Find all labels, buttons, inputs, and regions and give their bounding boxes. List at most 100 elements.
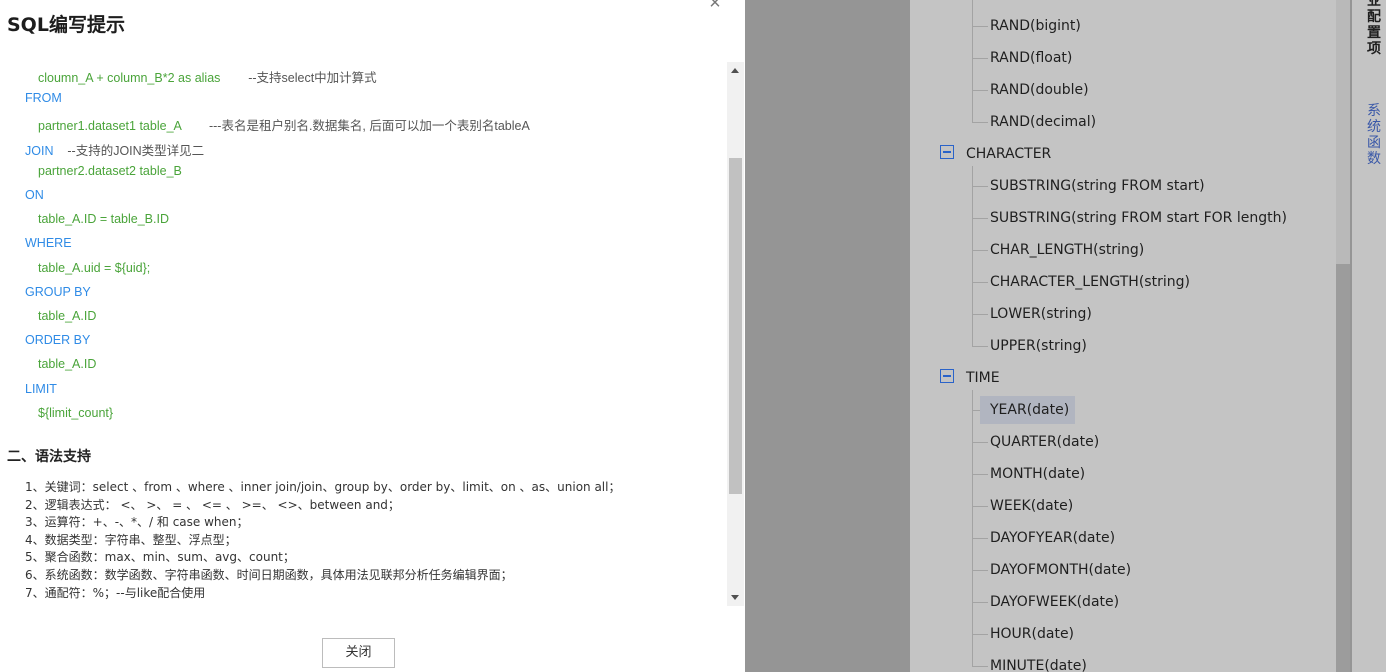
tree-branch-line [972,666,988,667]
tree-connector [972,166,973,346]
scroll-up-arrow-icon[interactable] [731,68,739,73]
tree-branch-line [972,602,988,603]
tree-connector [972,0,973,122]
sql-line: cloumn_A + column_B*2 as alias --支持selec… [38,67,377,86]
tree-function-item[interactable]: QUARTER(date) [990,428,1099,456]
sql-token: table_A.ID [38,309,97,323]
tree-group-label: TIME [966,370,1000,386]
syntax-list-item: 1、关键词：select 、from 、where 、inner join/jo… [25,480,621,494]
sql-line: table_A.ID [38,309,96,323]
tree-branch-line [972,122,988,123]
sql-line: table_A.ID = table_B.ID [38,212,169,226]
sql-line: partner1.dataset1 table_A ---表名是租户别名.数据集… [38,115,530,134]
tree-branch-line [972,314,988,315]
sql-line: ${limit_count} [38,406,113,420]
sql-line: GROUP BY [25,285,91,299]
tree-branch-line [972,506,988,507]
tree-branch-line [972,474,988,475]
sql-token: ON [25,188,44,202]
tree-branch-line [972,26,988,27]
tree-function-item[interactable]: MONTH(date) [990,460,1085,488]
sql-token: table_A.ID [38,357,97,372]
tree-function-item[interactable]: YEAR(date) [980,396,1076,424]
sql-line: table_A.ID [38,357,96,371]
sql-token: --支持的JOIN类型详见二 [53,143,205,158]
side-tab-config[interactable]: 业配置项 [1367,0,1383,56]
tree-function-item[interactable]: MINUTE(date) [990,652,1087,672]
tree-branch-line [972,250,988,251]
tree-function-item[interactable]: DAYOFYEAR(date) [990,524,1115,552]
syntax-list-item: 6、系统函数：数学函数、字符串函数、时间日期函数，具体用法见联邦分析任务编辑界面… [25,568,513,582]
tree-function-item[interactable]: CHAR_LENGTH(string) [990,236,1144,264]
collapse-icon[interactable] [940,369,954,383]
tree-function-item[interactable]: WEEK(date) [990,492,1073,520]
sql-token: ---表名是租户别名.数据集名, 后面可以加一个表别名tableA [181,119,530,134]
dialog-content: cloumn_A + column_B*2 as alias --支持selec… [0,62,726,606]
sql-token: ORDER BY [25,333,91,348]
tree-function-item[interactable]: SUBSTRING(string FROM start) [990,172,1205,200]
sql-token: WHERE [25,236,72,251]
close-button[interactable]: 关闭 [322,638,395,668]
tree-branch-line [972,442,988,443]
tree-scrollbar-thumb[interactable] [1336,264,1350,672]
tree-branch-line [972,58,988,59]
sql-hint-dialog: SQL编写提示 × cloumn_A + column_B*2 as alias… [0,0,745,672]
sql-token: partner1.dataset1 table_A [38,119,182,134]
dialog-title: SQL编写提示 [7,14,125,36]
tree-function-item[interactable]: DAYOFMONTH(date) [990,556,1131,584]
sql-line: LIMIT [25,382,57,396]
tree-function-item[interactable]: HOUR(date) [990,620,1074,648]
sql-token: cloumn_A + column_B*2 as alias [38,71,221,85]
tree-group-time[interactable]: TIME [940,366,1000,390]
sql-line: table_A.uid = ${uid}; [38,261,150,275]
sql-token: table_A.uid = ${uid}; [38,260,151,275]
sql-token: FROM [25,91,62,106]
tree-function-item[interactable]: LOWER(string) [990,300,1092,328]
tree-branch-line [972,346,988,347]
sql-line: WHERE [25,236,72,250]
section-heading: 二、语法支持 [7,449,91,465]
content-scrollbar-thumb[interactable] [729,158,742,494]
tree-branch-line [972,570,988,571]
syntax-list-item: 3、运算符：+、-、*、/ 和 case when； [25,515,249,530]
sql-line: FROM [25,91,62,105]
function-tree-panel: RAND(bigint) RAND(float) RAND(double) RAND(… [910,0,1350,672]
tree-function-item[interactable]: UPPER(string) [990,332,1087,360]
sql-line: JOIN --支持的JOIN类型详见二 [25,140,204,159]
sql-token: LIMIT [25,381,57,396]
sql-token: partner2.dataset2 table_B [38,163,182,178]
sql-line: ON [25,188,44,202]
sql-token: --支持select中加计算式 [220,71,377,85]
tree-function-item[interactable]: RAND(bigint) [990,12,1081,40]
tree-function-item[interactable]: RAND(double) [990,76,1089,104]
tree-branch-line [972,538,988,539]
tree-branch-line [972,90,988,91]
syntax-list-item: 5、聚合函数：max、min、sum、avg、count； [25,550,295,565]
tree-branch-line [972,634,988,635]
tree-branch-line [972,282,988,283]
syntax-list-item: 2、逻辑表达式： <、 >、 = 、 <= 、 >=、 <>、between a… [25,497,400,512]
tree-function-item[interactable]: CHARACTER_LENGTH(string) [990,268,1190,296]
sql-line: partner2.dataset2 table_B [38,164,182,178]
tree-function-item[interactable]: SUBSTRING(string FROM start FOR length) [990,204,1287,232]
tree-function-item[interactable]: DAYOFWEEK(date) [990,588,1119,616]
syntax-list-item: 4、数据类型：字符串、整型、浮点型； [25,532,237,547]
tree-group-character[interactable]: CHARACTER [940,142,1051,166]
close-icon[interactable]: × [706,0,724,13]
collapse-icon[interactable] [940,145,954,159]
sql-token: GROUP BY [25,284,91,299]
tree-branch-line [972,186,988,187]
tree-connector [972,390,973,666]
side-tab-system-functions[interactable]: 系统函数 [1367,102,1383,166]
sql-line: ORDER BY [25,333,90,347]
tree-function-item[interactable]: RAND(decimal) [990,108,1096,136]
syntax-list-item: 7、通配符：%；--与like配合使用 [25,585,206,600]
side-tab-strip [1352,0,1386,672]
tree-branch-line [972,218,988,219]
sql-token: ${limit_count} [38,405,114,420]
scroll-down-arrow-icon[interactable] [731,595,739,600]
tree-group-label: CHARACTER [966,146,1052,162]
sql-token: JOIN [25,143,54,158]
sql-token: table_A.ID = table_B.ID [38,212,169,227]
tree-function-item[interactable]: RAND(float) [990,44,1072,72]
